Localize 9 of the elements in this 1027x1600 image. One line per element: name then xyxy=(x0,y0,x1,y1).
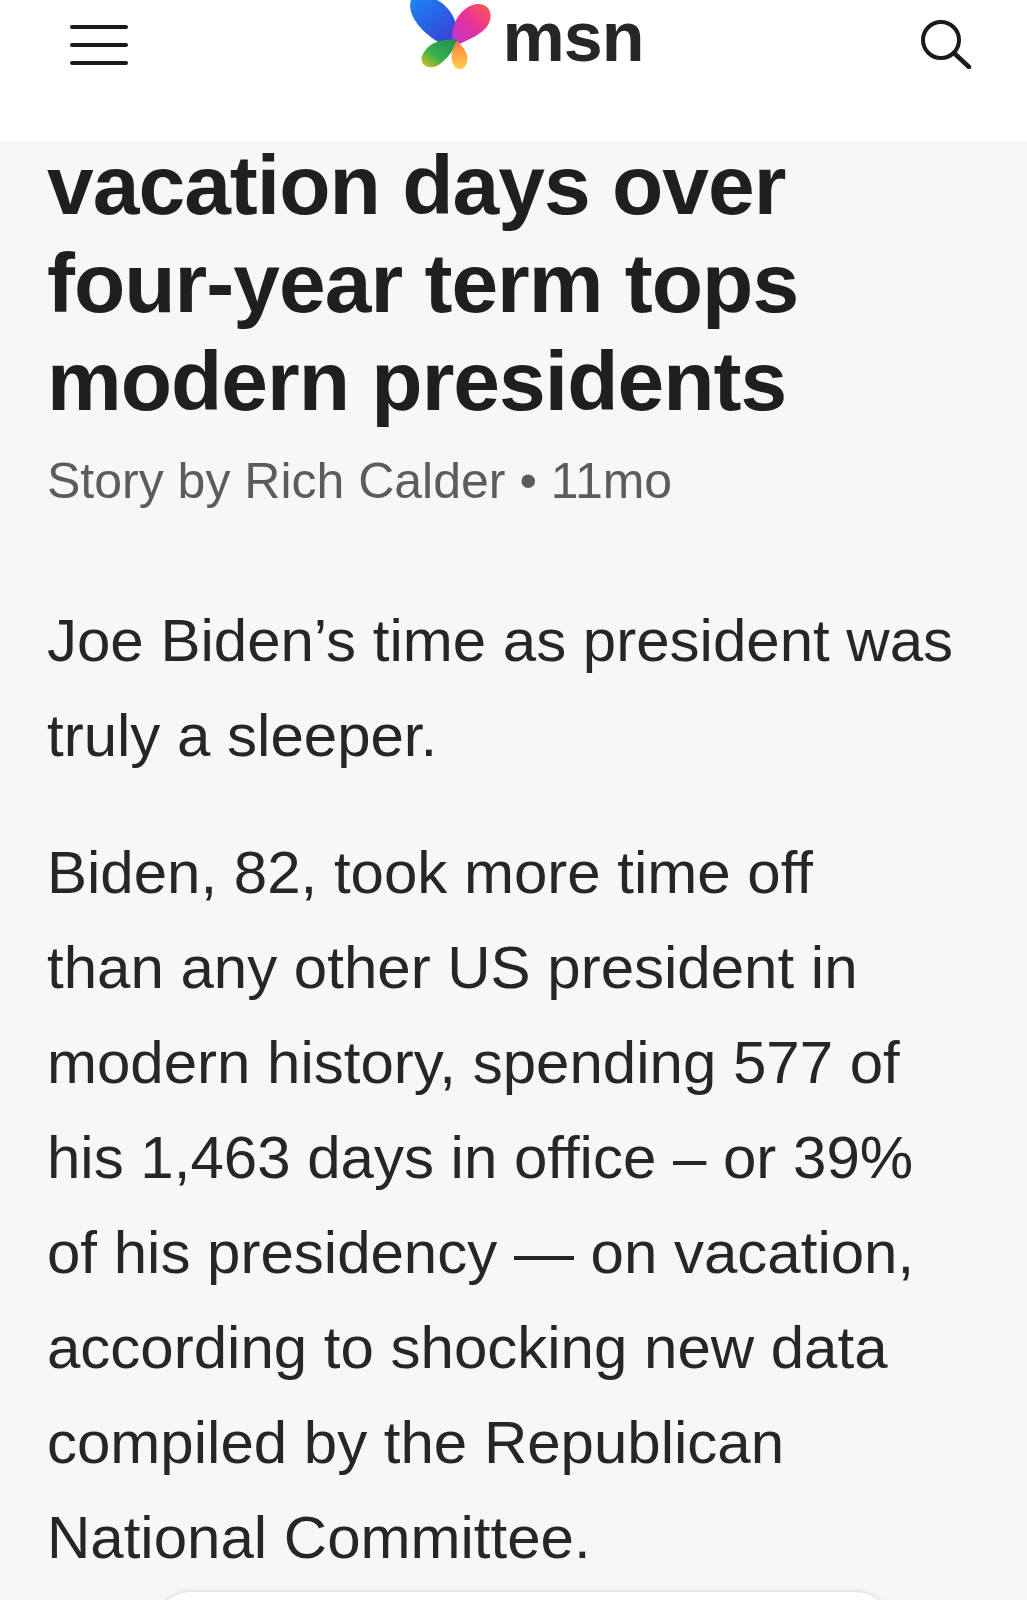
article-paragraph: Joe Biden’s time as president was truly a sleeper. xyxy=(47,606,955,771)
menu-icon xyxy=(70,25,128,65)
byline: Story by Rich Calder • 11mo xyxy=(47,452,674,511)
menu-button[interactable] xyxy=(70,25,128,65)
search-icon xyxy=(920,19,972,69)
article-paragraph: Biden, 82, took more time off than any other US president in modern history, spending 577 of his 1,463 days in office – or 39% of his presidency — on vacation, according to shocking new data compiled by the Republican National Committee. xyxy=(47,838,916,1573)
article-headline: vacation days over four-year term tops modern presidents xyxy=(47,141,800,425)
logo-text: msn xyxy=(502,2,644,72)
search-button[interactable] xyxy=(920,19,972,69)
